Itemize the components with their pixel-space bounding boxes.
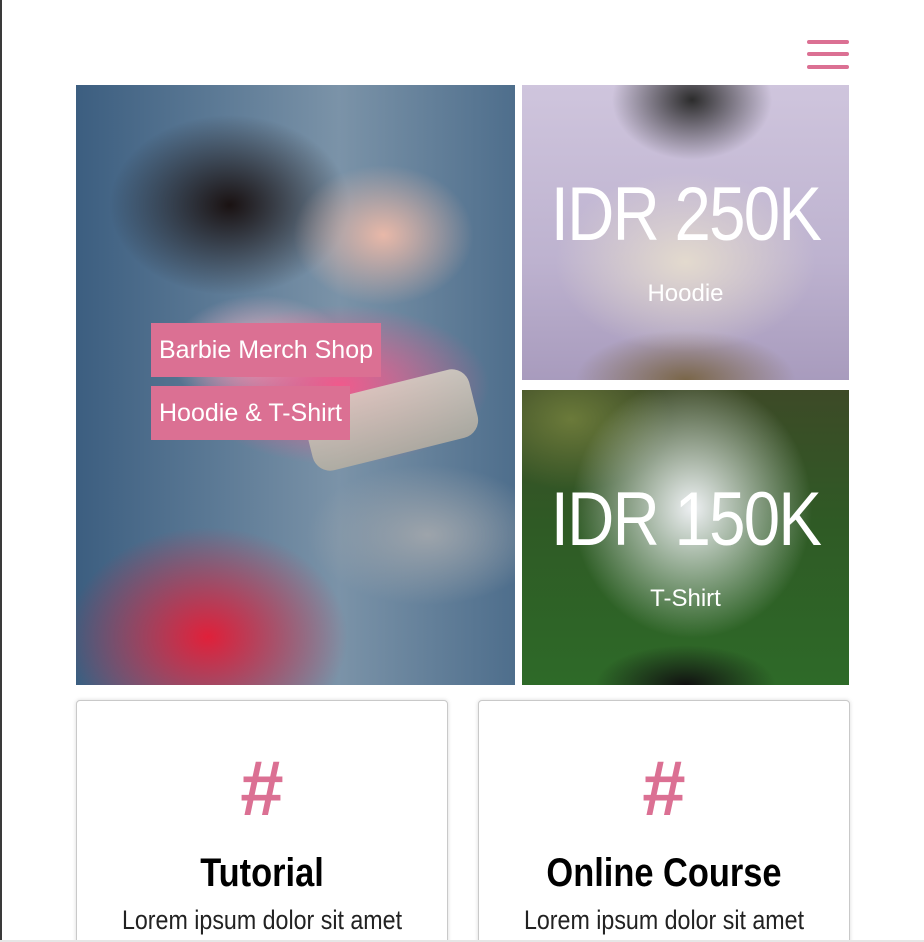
window-edge	[0, 0, 2, 942]
product-price: IDR 150K	[550, 477, 822, 562]
card-title: Tutorial	[200, 851, 324, 895]
card-description: Lorem ipsum dolor sit amet	[523, 905, 805, 935]
menu-bar	[807, 52, 849, 56]
card-title: Online Course	[546, 851, 782, 895]
product-tile-hoodie[interactable]: IDR 250K Hoodie	[522, 85, 849, 380]
product-price: IDR 250K	[550, 172, 822, 257]
product-name: T-Shirt	[650, 585, 721, 612]
menu-bar	[807, 40, 849, 44]
page: Barbie Merch Shop Hoodie & T-Shirt IDR 2…	[0, 0, 924, 942]
hash-icon: #	[240, 744, 284, 832]
hamburger-menu-icon[interactable]	[806, 38, 850, 72]
product-tile-tshirt[interactable]: IDR 150K T-Shirt	[522, 390, 849, 685]
hash-icon: #	[642, 744, 686, 832]
card-online-course[interactable]: # Online Course Lorem ipsum dolor sit am…	[478, 700, 850, 942]
hero-main-image[interactable]: Barbie Merch Shop Hoodie & T-Shirt	[76, 85, 515, 685]
menu-bar	[807, 65, 849, 69]
card-description: Lorem ipsum dolor sit amet	[121, 905, 403, 935]
hero-tag-category: Hoodie & T-Shirt	[151, 386, 350, 440]
card-tutorial[interactable]: # Tutorial Lorem ipsum dolor sit amet	[76, 700, 448, 942]
hero-tag-shop: Barbie Merch Shop	[151, 323, 382, 377]
product-name: Hoodie	[647, 280, 724, 307]
